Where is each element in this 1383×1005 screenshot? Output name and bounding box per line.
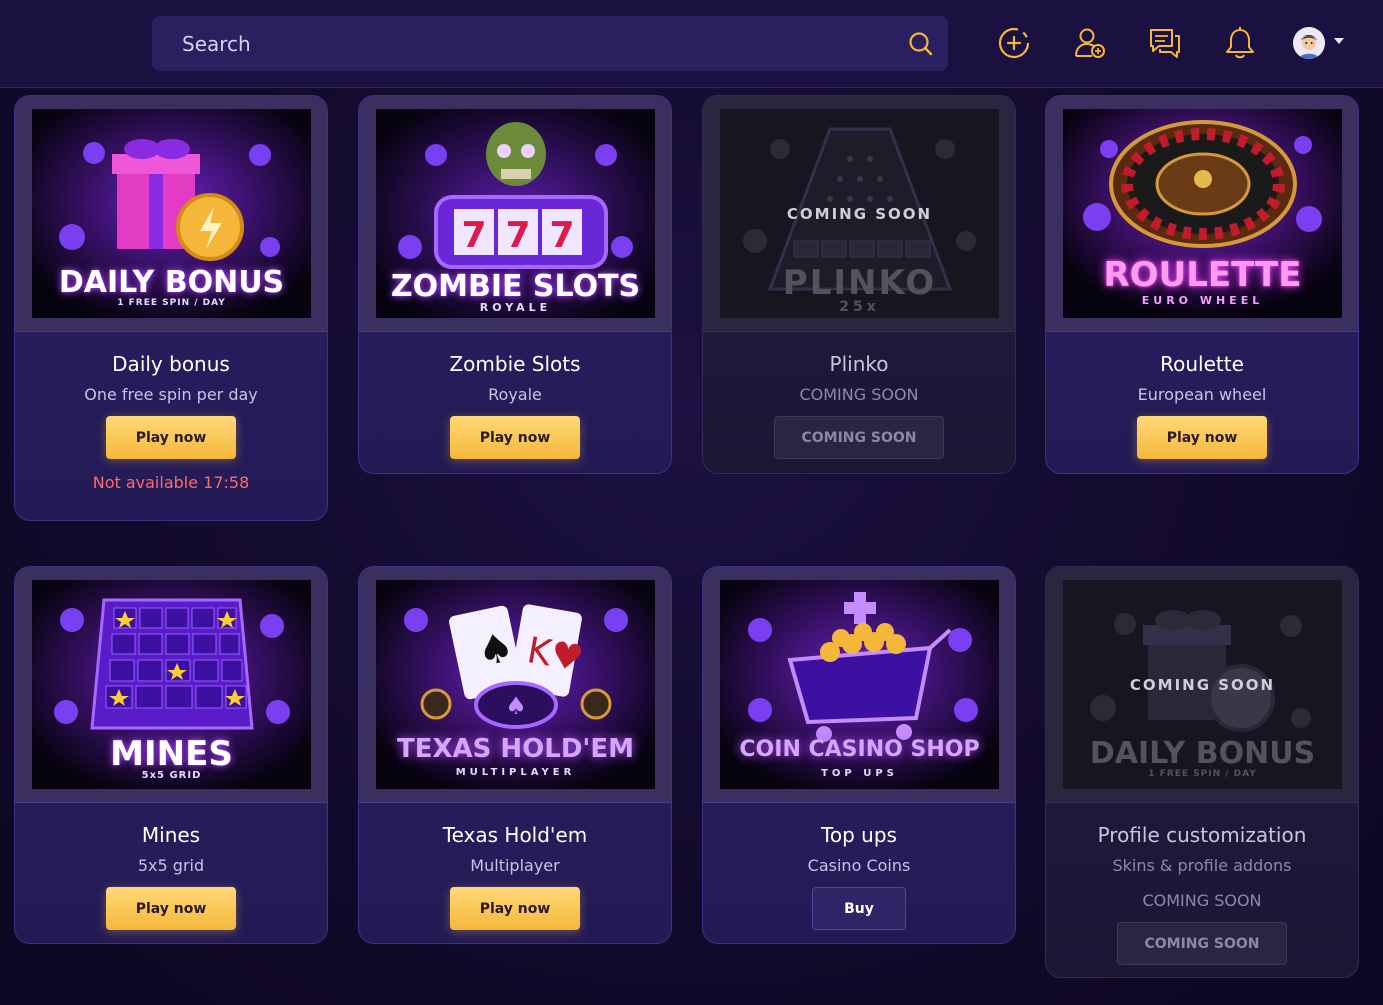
- art-title: PLINKO: [782, 263, 937, 303]
- card-art-frame: ♠ K♥ ♠ TEXAS HOLD'EM MULTIPLAYER: [359, 567, 671, 803]
- coming-soon-button: COMING SOON: [774, 416, 944, 459]
- coming-soon-label: COMING SOON: [1142, 891, 1262, 910]
- card-subtitle: European wheel: [1137, 385, 1267, 404]
- art-title: ROULETTE: [1103, 255, 1302, 295]
- caret-down-icon[interactable]: [1334, 38, 1344, 44]
- card-art-frame: COMING SOON PLINKO 25x: [703, 96, 1015, 332]
- card-top-ups: COIN CASINO SHOP TOP UPS Top ups Casino …: [702, 566, 1016, 944]
- card-title: Mines: [141, 823, 201, 847]
- search-box[interactable]: [152, 16, 948, 71]
- art-title: TEXAS HOLD'EM: [396, 734, 635, 764]
- zombie-slots-art[interactable]: 7 7 7 ZOMBIE SLOTS ROYALE: [376, 109, 655, 318]
- avatar[interactable]: [1293, 27, 1325, 59]
- card-subtitle: Skins & profile addons: [1112, 856, 1292, 875]
- art-subtitle: MULTIPLAYER: [455, 767, 576, 778]
- card-art-frame: COMING SOON DAILY BONUS 1 FREE SPIN / DA…: [1046, 567, 1358, 803]
- art-subtitle: EURO WHEEL: [1141, 294, 1264, 307]
- card-mines: MINES 5x5 GRID Mines 5x5 grid Play now: [14, 566, 328, 944]
- play-now-button[interactable]: Play now: [450, 887, 580, 930]
- daily-bonus-art[interactable]: DAILY BONUS 1 FREE SPIN / DAY: [32, 109, 311, 318]
- card-zombie-slots: 7 7 7 ZOMBIE SLOTS ROYALE Zombie Slots R…: [358, 95, 672, 474]
- plinko-art: COMING SOON PLINKO 25x: [720, 109, 999, 318]
- art-title: COIN CASINO SHOP: [739, 737, 980, 762]
- svg-text:7: 7: [549, 215, 574, 256]
- card-subtitle: Multiplayer: [470, 856, 560, 875]
- svg-text:7: 7: [461, 215, 486, 256]
- card-subtitle: One free spin per day: [84, 385, 258, 404]
- art-subtitle: 25x: [839, 299, 880, 315]
- profile-customization-art: COMING SOON DAILY BONUS 1 FREE SPIN / DA…: [1063, 580, 1342, 789]
- top-bar: [0, 0, 1383, 88]
- art-subtitle: TOP UPS: [821, 768, 898, 779]
- roulette-art[interactable]: ROULETTE EURO WHEEL: [1063, 109, 1342, 318]
- art-title: MINES: [110, 734, 233, 774]
- art-title: DAILY BONUS: [58, 265, 285, 300]
- card-title: Daily bonus: [112, 352, 230, 376]
- card-roulette: ROULETTE EURO WHEEL Roulette European wh…: [1045, 95, 1359, 474]
- card-profile-customization: COMING SOON DAILY BONUS 1 FREE SPIN / DA…: [1045, 566, 1359, 978]
- card-art-frame: MINES 5x5 GRID: [15, 567, 327, 803]
- buy-button[interactable]: Buy: [812, 887, 906, 930]
- art-subtitle: 1 FREE SPIN / DAY: [117, 298, 226, 308]
- play-now-button[interactable]: Play now: [106, 887, 236, 930]
- card-art-frame: 7 7 7 ZOMBIE SLOTS ROYALE: [359, 96, 671, 332]
- play-now-button[interactable]: Play now: [1137, 416, 1267, 459]
- card-title: Profile customization: [1097, 823, 1307, 847]
- card-subtitle: Royale: [488, 385, 542, 404]
- add-user-icon[interactable]: [1073, 26, 1107, 60]
- coming-soon-button: COMING SOON: [1117, 922, 1287, 965]
- coming-soon-overlay: COMING SOON: [1129, 676, 1276, 694]
- add-coin-icon[interactable]: [997, 26, 1031, 60]
- texas-holdem-art[interactable]: ♠ K♥ ♠ TEXAS HOLD'EM MULTIPLAYER: [376, 580, 655, 789]
- card-daily-bonus: DAILY BONUS 1 FREE SPIN / DAY Daily bonu…: [14, 95, 328, 521]
- card-art-frame: ROULETTE EURO WHEEL: [1046, 96, 1358, 332]
- card-art-frame: DAILY BONUS 1 FREE SPIN / DAY: [15, 96, 327, 332]
- card-title: Plinko: [829, 352, 889, 376]
- art-title: DAILY BONUS: [1089, 736, 1316, 771]
- card-plinko: COMING SOON PLINKO 25x Plinko COMING SOO…: [702, 95, 1016, 474]
- play-now-button[interactable]: Play now: [450, 416, 580, 459]
- bell-icon[interactable]: [1223, 26, 1257, 60]
- card-title: Texas Hold'em: [442, 823, 588, 847]
- art-subtitle: 5x5 GRID: [141, 770, 202, 781]
- availability-note: Not available 17:58: [92, 473, 250, 492]
- svg-text:7: 7: [505, 215, 530, 256]
- coin-shop-art[interactable]: COIN CASINO SHOP TOP UPS: [720, 580, 999, 789]
- card-subtitle: COMING SOON: [799, 385, 919, 404]
- card-texas-holdem: ♠ K♥ ♠ TEXAS HOLD'EM MULTIPLAYER Texas H…: [358, 566, 672, 944]
- art-subtitle: ROYALE: [479, 301, 552, 314]
- art-title: ZOMBIE SLOTS: [390, 269, 641, 304]
- coming-soon-overlay: COMING SOON: [786, 205, 933, 223]
- art-subtitle: 1 FREE SPIN / DAY: [1148, 769, 1257, 779]
- card-title: Zombie Slots: [449, 352, 581, 376]
- card-subtitle: 5x5 grid: [137, 856, 205, 875]
- card-subtitle: Casino Coins: [807, 856, 911, 875]
- play-now-button[interactable]: Play now: [106, 416, 236, 459]
- card-title: Roulette: [1160, 352, 1244, 376]
- card-art-frame: COIN CASINO SHOP TOP UPS: [703, 567, 1015, 803]
- chat-icon[interactable]: [1148, 26, 1182, 60]
- svg-text:♠: ♠: [505, 692, 527, 720]
- search-icon[interactable]: [908, 31, 934, 57]
- mines-art[interactable]: MINES 5x5 GRID: [32, 580, 311, 789]
- search-input[interactable]: [182, 16, 882, 71]
- card-title: Top ups: [821, 823, 897, 847]
